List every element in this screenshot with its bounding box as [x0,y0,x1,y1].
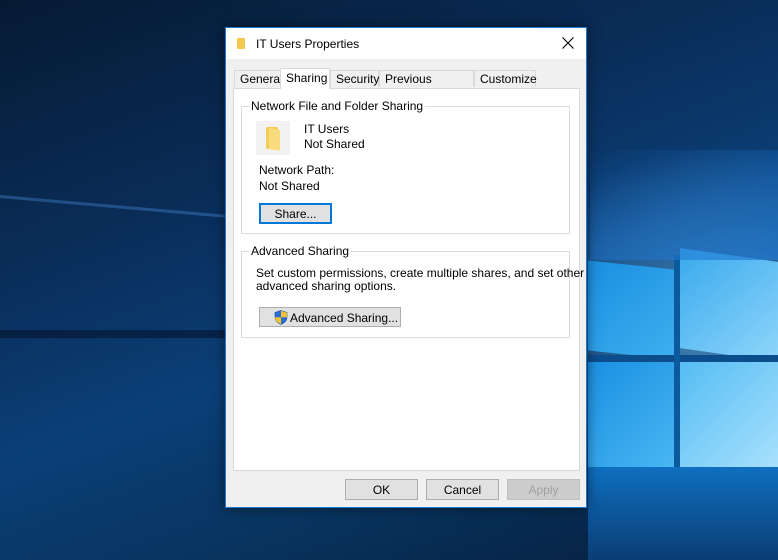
tab-previous-versions[interactable]: Previous Versions [379,70,474,102]
tab-security[interactable]: Security [330,70,379,87]
wallpaper-logo-pane [680,362,778,467]
wallpaper-logo-pane [680,248,778,362]
wallpaper-lower [588,467,778,560]
wallpaper-logo-divider [674,255,680,470]
wallpaper-light-beam [0,330,240,338]
network-path-value: Not Shared [259,179,320,193]
title-bar[interactable]: IT Users Properties [226,28,586,59]
tab-label: Security [336,72,380,86]
network-path-label: Network Path: [259,163,335,177]
shared-folder-icon [256,121,290,155]
wallpaper-logo-pane [588,362,674,467]
ok-button[interactable]: OK [345,479,418,500]
wallpaper-glow [590,150,778,260]
window-title: IT Users Properties [256,37,360,51]
sharing-tab-panel: Network File and Folder Sharing IT Users… [233,88,584,471]
advanced-sharing-group: Advanced Sharing Set custom permissions,… [241,244,584,338]
uac-shield-icon [274,310,288,325]
network-sharing-group: Network File and Folder Sharing IT Users… [241,99,570,234]
tab-sharing[interactable]: Sharing [280,68,330,89]
wallpaper-logo-pane [588,260,674,360]
cancel-button[interactable]: Cancel [426,479,499,500]
advanced-sharing-button-label: Advanced Sharing... [290,311,399,325]
properties-dialog: IT Users Properties General Sharing Secu… [225,27,587,508]
share-status: Not Shared [304,137,365,151]
wallpaper-logo-divider [588,355,778,362]
tab-general[interactable]: General [234,70,283,87]
tab-label: Sharing [286,71,328,85]
advanced-sharing-description: Set custom permissions, create multiple … [256,266,585,280]
advanced-sharing-description-cont: advanced sharing options. [256,279,397,293]
share-button[interactable]: Share... [259,203,332,224]
tab-customize[interactable]: Customize [474,70,537,87]
network-sharing-group-label: Network File and Folder Sharing [249,99,426,113]
advanced-sharing-button[interactable]: Advanced Sharing... [259,307,401,327]
tab-label: Customize [480,72,537,86]
tab-label: General [240,72,283,86]
close-button[interactable] [550,28,586,59]
wallpaper-light-beam [0,195,260,221]
advanced-sharing-group-label: Advanced Sharing [249,244,352,258]
folder-icon [237,38,245,49]
close-icon [562,37,574,49]
apply-button: Apply [507,479,580,500]
folder-name: IT Users [304,122,350,136]
